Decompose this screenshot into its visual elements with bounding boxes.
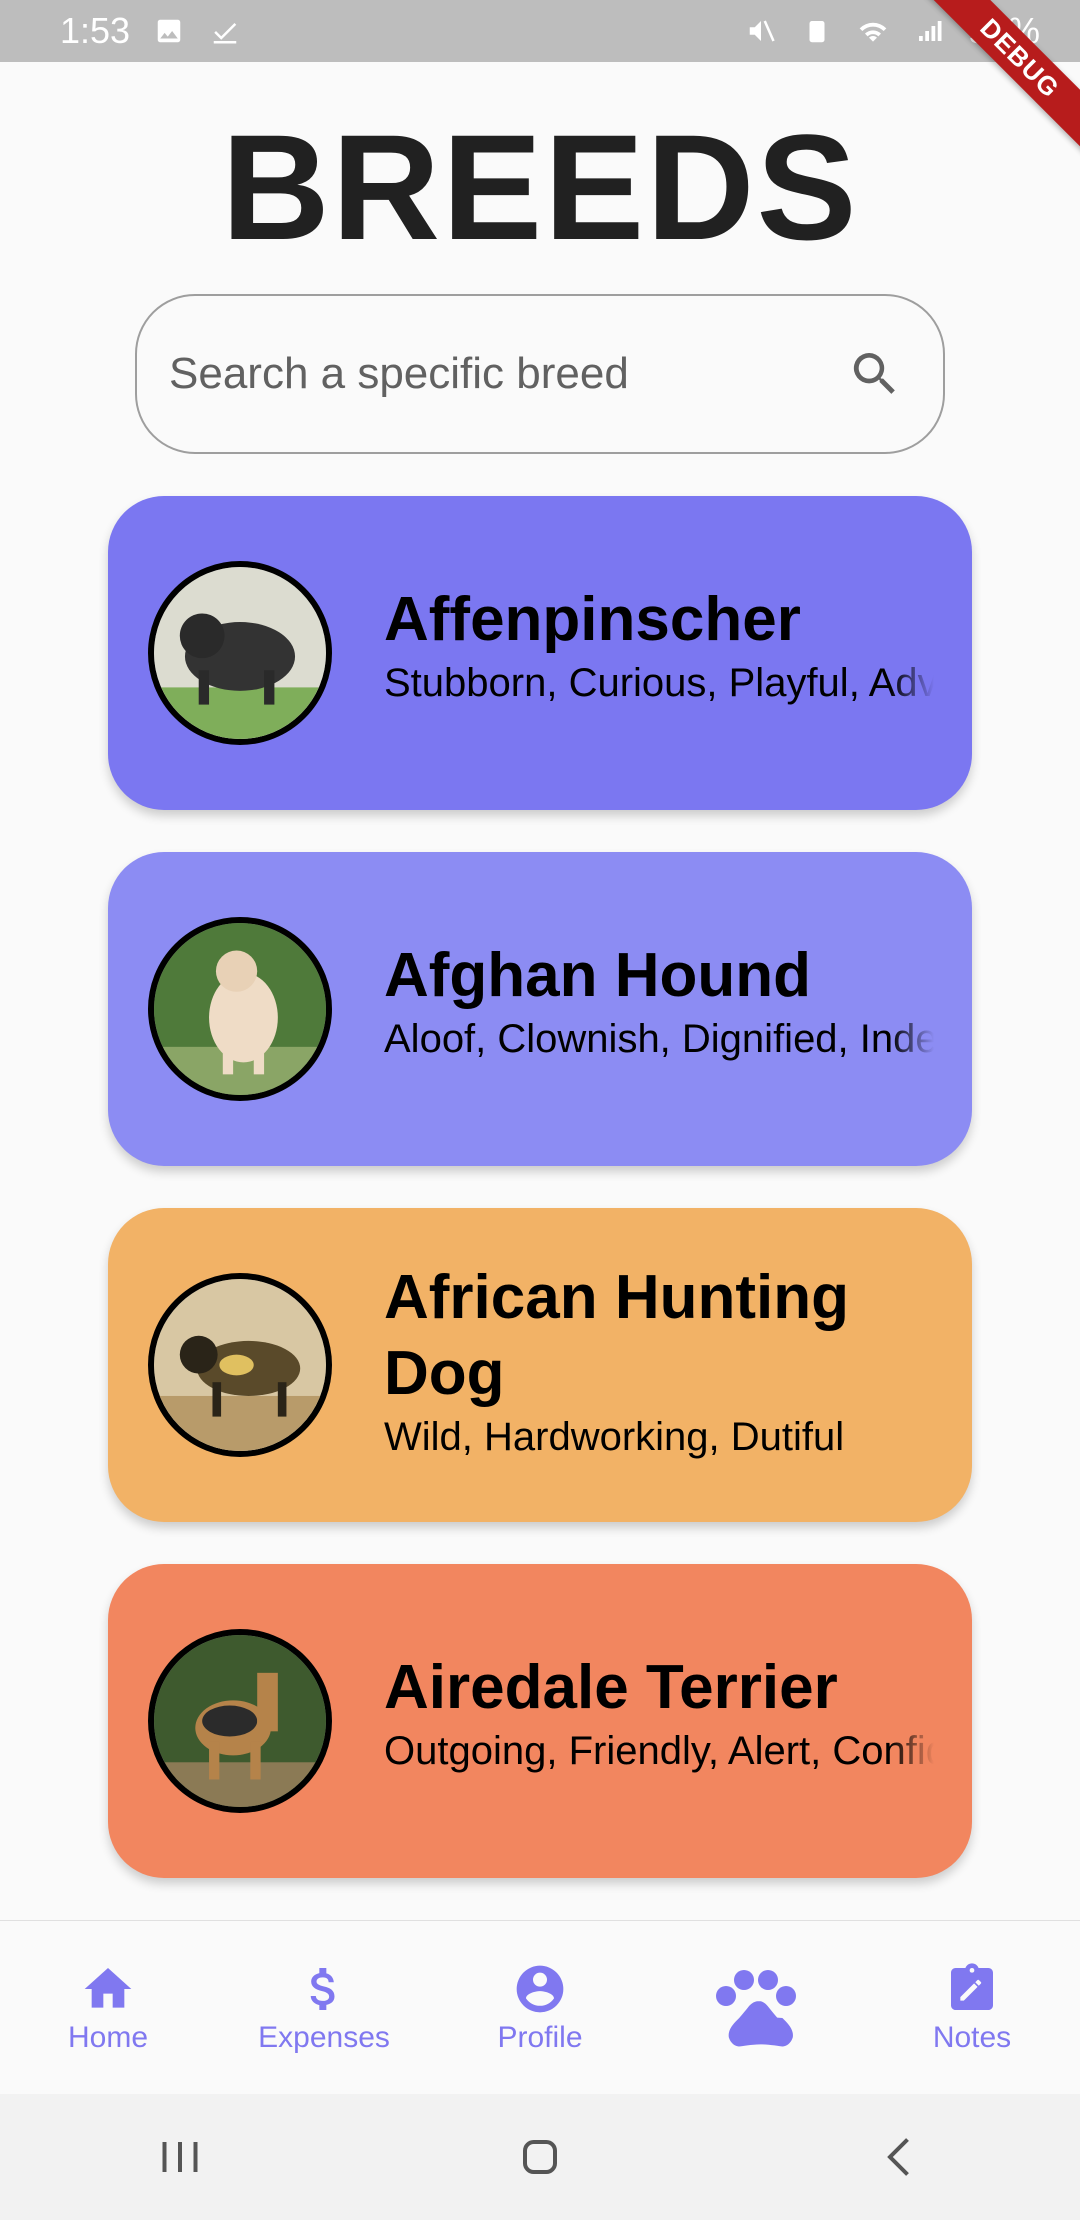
- wifi-icon: [856, 14, 890, 48]
- breed-temperament: Stubborn, Curious, Playful, Adventurous,…: [384, 661, 934, 705]
- breed-avatar: [148, 1629, 332, 1813]
- nav-label: Expenses: [258, 2020, 390, 2054]
- breed-card[interactable]: Affenpinscher Stubborn, Curious, Playful…: [108, 496, 972, 810]
- breed-card[interactable]: African Hunting Dog Wild, Hardworking, D…: [108, 1208, 972, 1522]
- account-circle-icon: [516, 1965, 564, 2012]
- nav-label: Home: [67, 2020, 149, 2054]
- breed-name: Afghan Hound: [384, 941, 812, 1010]
- paw-icon: [716, 1969, 796, 2046]
- breed-temperament: Aloof, Clownish, Dignified, Independent,…: [384, 1017, 934, 1061]
- search-input[interactable]: [169, 349, 847, 399]
- recents-icon[interactable]: [150, 2127, 210, 2187]
- status-time: 1:53: [60, 10, 131, 51]
- status-bar: 1:53 92%: [0, 0, 1080, 62]
- nav-home[interactable]: Home: [8, 1961, 208, 2055]
- breed-name: African Hunting Dog: [384, 1263, 849, 1408]
- breed-temperament: Wild, Hardworking, Dutiful: [384, 1415, 845, 1459]
- nav-label: Profile: [497, 2020, 583, 2054]
- nav-label: Notes: [932, 2020, 1012, 2054]
- dog-photo-icon: [154, 1279, 326, 1451]
- dog-photo-icon: [154, 1635, 326, 1807]
- search-bar[interactable]: [135, 294, 945, 454]
- breed-avatar: [148, 917, 332, 1101]
- system-nav: [0, 2094, 1080, 2220]
- breed-text: Afghan Hound Aloof, Clownish, Dignified,…: [384, 938, 934, 1064]
- home-icon: [84, 1967, 132, 2008]
- breed-card[interactable]: Airedale Terrier Outgoing, Friendly, Ale…: [108, 1564, 972, 1878]
- image-icon: [152, 14, 186, 48]
- nav-expenses[interactable]: Expenses: [224, 1961, 424, 2055]
- check-icon: [208, 14, 242, 48]
- bottom-nav: Home Expenses Profile Notes: [0, 1920, 1080, 2094]
- nav-notes[interactable]: Notes: [872, 1961, 1072, 2055]
- dog-photo-icon: [154, 567, 326, 739]
- recycle-icon: [800, 14, 834, 48]
- breed-text: Airedale Terrier Outgoing, Friendly, Ale…: [384, 1650, 934, 1776]
- page-title: BREEDS: [221, 103, 859, 271]
- search-icon[interactable]: [847, 346, 903, 402]
- breed-avatar: [148, 1273, 332, 1457]
- status-left: 1:53: [60, 10, 242, 52]
- nav-breeds[interactable]: [656, 1958, 856, 2058]
- breed-text: African Hunting Dog Wild, Hardworking, D…: [384, 1260, 934, 1462]
- nav-profile[interactable]: Profile: [440, 1961, 640, 2055]
- back-icon[interactable]: [870, 2127, 930, 2187]
- breed-name: Airedale Terrier: [384, 1653, 838, 1722]
- dog-photo-icon: [154, 923, 326, 1095]
- breed-text: Affenpinscher Stubborn, Curious, Playful…: [384, 582, 934, 708]
- breed-name: Affenpinscher: [384, 585, 801, 654]
- mute-icon: [744, 14, 778, 48]
- signal-icon: [912, 14, 946, 48]
- breed-temperament: Outgoing, Friendly, Alert, Confident, In…: [384, 1729, 934, 1773]
- home-button-icon[interactable]: [510, 2127, 570, 2187]
- breed-card[interactable]: Afghan Hound Aloof, Clownish, Dignified,…: [108, 852, 972, 1166]
- dollar-icon: [310, 1967, 335, 2010]
- edit-note-icon: [951, 1962, 993, 2010]
- breed-avatar: [148, 561, 332, 745]
